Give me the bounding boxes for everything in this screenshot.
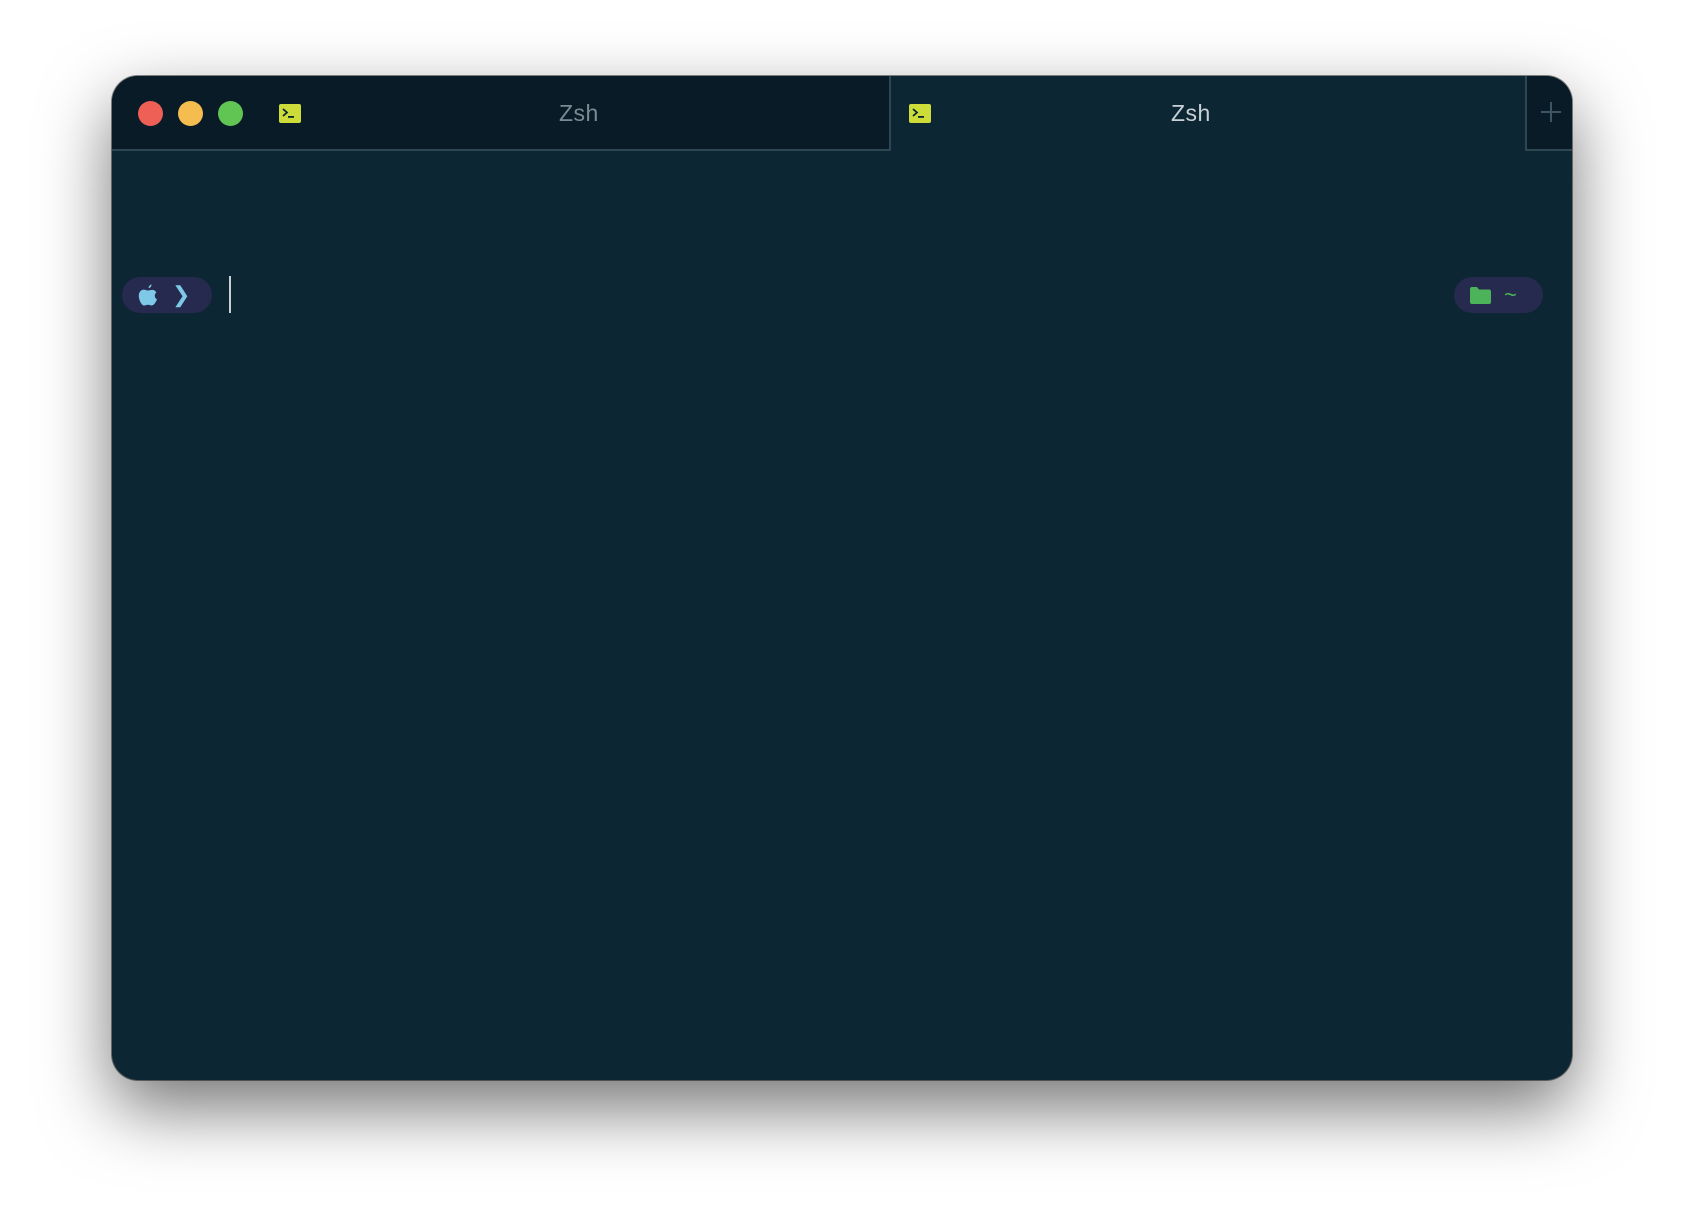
plus-icon xyxy=(1539,100,1563,124)
terminal-window: Zsh Zsh ❯ ~ xyxy=(112,76,1572,1080)
close-button[interactable] xyxy=(138,101,163,126)
terminal-output[interactable]: ❯ ~ xyxy=(112,151,1572,1080)
prompt-right-segment: ~ xyxy=(1454,277,1543,313)
zoom-button[interactable] xyxy=(218,101,243,126)
new-tab-button[interactable] xyxy=(1525,76,1572,151)
tab-zsh-1[interactable]: Zsh xyxy=(112,76,891,151)
minimize-button[interactable] xyxy=(178,101,203,126)
tab-title: Zsh xyxy=(1171,100,1211,126)
chevron-right-icon: ❯ xyxy=(172,282,191,307)
terminal-icon xyxy=(909,104,931,123)
tab-zsh-2[interactable]: Zsh xyxy=(891,76,1525,151)
text-cursor xyxy=(229,276,231,313)
folder-icon xyxy=(1470,286,1491,304)
apple-icon xyxy=(138,283,158,307)
tab-title: Zsh xyxy=(559,100,599,126)
terminal-icon xyxy=(279,104,301,123)
current-directory: ~ xyxy=(1504,282,1517,307)
prompt-left-segment: ❯ xyxy=(122,277,212,313)
tab-bar: Zsh Zsh xyxy=(112,76,1572,151)
